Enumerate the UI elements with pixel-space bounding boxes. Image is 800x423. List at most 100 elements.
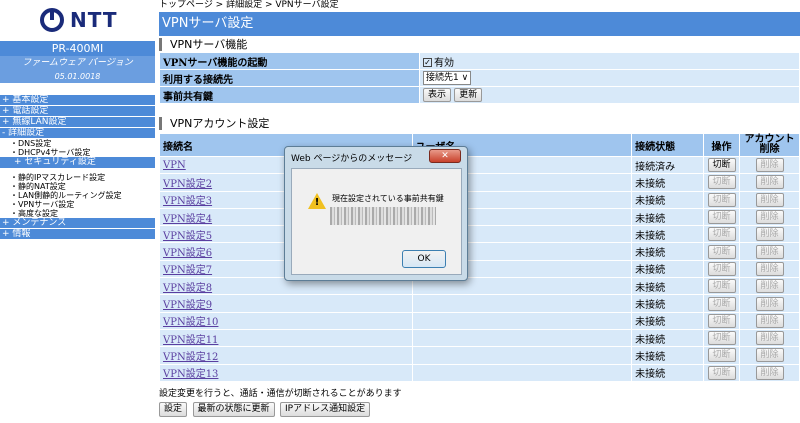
account-name-link[interactable]: VPN設定13 bbox=[163, 369, 218, 380]
delete-button[interactable]: 削除 bbox=[755, 244, 784, 259]
device-model: PR-400MI bbox=[0, 41, 155, 56]
account-op-cell: 切断 bbox=[703, 328, 741, 348]
disconnect-button[interactable]: 切断 bbox=[707, 244, 736, 259]
disconnect-button[interactable]: 切断 bbox=[707, 210, 736, 225]
account-name-cell: VPN設定10 bbox=[159, 311, 413, 330]
delete-button[interactable]: 削除 bbox=[755, 365, 784, 380]
account-name-link[interactable]: VPN設定11 bbox=[163, 335, 218, 346]
account-op-cell: 切断 bbox=[703, 155, 741, 175]
delete-button[interactable]: 削除 bbox=[755, 158, 784, 173]
account-name-link[interactable]: VPN設定6 bbox=[163, 248, 212, 259]
account-status-cell: 未接続 bbox=[631, 294, 705, 313]
account-delete-cell: 削除 bbox=[739, 311, 800, 330]
table-row: VPN 接続済み 切断 削除 bbox=[159, 155, 800, 175]
psk-change-button[interactable]: 更新 bbox=[454, 88, 483, 102]
nav-dhcp[interactable]: ・DHCPv4サーバ設定 bbox=[0, 148, 155, 157]
account-name-link[interactable]: VPN設定2 bbox=[163, 179, 212, 190]
enable-checkbox[interactable]: ✓ bbox=[423, 58, 432, 67]
dialog-close-button[interactable]: ✕ bbox=[429, 149, 461, 163]
nav-advanced[interactable]: ・高度な設定 bbox=[0, 209, 155, 218]
table-row: VPN設定6 未接続 切断 削除 bbox=[159, 242, 800, 261]
account-delete-cell: 削除 bbox=[739, 328, 800, 348]
account-op-cell: 切断 bbox=[703, 294, 741, 313]
footer-buttons: 設定 最新の状態に更新 IPアドレス通知設定 bbox=[159, 402, 372, 417]
delete-button[interactable]: 削除 bbox=[755, 175, 784, 190]
delete-button[interactable]: 削除 bbox=[755, 296, 784, 311]
enable-row: VPNサーバ機能の起動 ✓ 有効 bbox=[159, 52, 800, 70]
col-delete-header: アカウント 削除 bbox=[739, 133, 800, 157]
nav-detail[interactable]: - 詳細設定 bbox=[0, 128, 155, 139]
nav-vpn-server[interactable]: ・VPNサーバ設定 bbox=[0, 200, 155, 209]
account-op-cell: 切断 bbox=[703, 259, 741, 279]
disconnect-button[interactable]: 切断 bbox=[707, 313, 736, 328]
delete-button[interactable]: 削除 bbox=[755, 227, 784, 242]
disconnect-button[interactable]: 切断 bbox=[707, 261, 736, 276]
account-op-cell: 切断 bbox=[703, 363, 741, 382]
account-op-cell: 切断 bbox=[703, 190, 741, 209]
disconnect-button[interactable]: 切断 bbox=[707, 365, 736, 380]
account-name-link[interactable]: VPN設定5 bbox=[163, 231, 212, 242]
disconnect-button[interactable]: 切断 bbox=[707, 175, 736, 190]
connection-select[interactable]: 接続先1 ∨ bbox=[423, 71, 472, 85]
account-delete-cell: 削除 bbox=[739, 259, 800, 279]
account-delete-cell: 削除 bbox=[739, 346, 800, 365]
nav-phone[interactable]: + 電話設定 bbox=[0, 106, 155, 117]
psk-row: 事前共有鍵 表示 更新 bbox=[159, 86, 800, 104]
account-name-cell: VPN設定13 bbox=[159, 363, 413, 382]
account-delete-cell: 削除 bbox=[739, 294, 800, 313]
account-status-cell: 未接続 bbox=[631, 259, 705, 279]
nav-wlan[interactable]: + 無線LAN設定 bbox=[0, 117, 155, 128]
account-user-cell bbox=[411, 346, 633, 365]
psk-show-button[interactable]: 表示 bbox=[423, 88, 452, 102]
account-name-link[interactable]: VPN設定10 bbox=[163, 317, 218, 328]
account-name-link[interactable]: VPN設定7 bbox=[163, 265, 212, 276]
account-delete-cell: 削除 bbox=[739, 363, 800, 382]
footer-note: 設定変更を行うと、通話・通信が切断されることがあります bbox=[159, 389, 402, 399]
account-name-link[interactable]: VPN設定12 bbox=[163, 352, 218, 363]
account-name-link[interactable]: VPN設定9 bbox=[163, 300, 212, 311]
delete-button[interactable]: 削除 bbox=[755, 279, 784, 294]
nav-static-masq[interactable]: ・静的IPマスカレード設定 bbox=[0, 173, 155, 182]
account-delete-cell: 削除 bbox=[739, 277, 800, 296]
disconnect-button[interactable]: 切断 bbox=[707, 331, 736, 346]
col-op-header: 操作 bbox=[703, 133, 741, 157]
nav-dns[interactable]: ・DNS設定 bbox=[0, 139, 155, 148]
ntt-logo: NTT bbox=[40, 6, 117, 34]
delete-button[interactable]: 削除 bbox=[755, 331, 784, 346]
disconnect-button[interactable]: 切断 bbox=[707, 192, 736, 207]
account-name-link[interactable]: VPN設定3 bbox=[163, 196, 212, 207]
table-row: VPN設定5 未接続 切断 削除 bbox=[159, 225, 800, 244]
enable-value: 有効 bbox=[434, 57, 454, 69]
disconnect-button[interactable]: 切断 bbox=[707, 227, 736, 242]
account-name-link[interactable]: VPN bbox=[163, 160, 186, 171]
nav-menu: + 基本設定 + 電話設定 + 無線LAN設定 - 詳細設定 ・DNS設定 ・D… bbox=[0, 95, 155, 240]
breadcrumb: トップページ > 詳細設定 > VPNサーバ設定 bbox=[159, 0, 339, 10]
ip-notify-button[interactable]: IPアドレス通知設定 bbox=[280, 402, 371, 417]
delete-button[interactable]: 削除 bbox=[755, 192, 784, 207]
account-status-cell: 未接続 bbox=[631, 207, 705, 227]
nav-security[interactable]: + セキュリティ設定 bbox=[0, 157, 155, 168]
account-name-link[interactable]: VPN設定8 bbox=[163, 283, 212, 294]
disconnect-button[interactable]: 切断 bbox=[707, 348, 736, 363]
disconnect-button[interactable]: 切断 bbox=[707, 296, 736, 311]
nav-basic[interactable]: + 基本設定 bbox=[0, 95, 155, 106]
nav-lan-routing[interactable]: ・LAN側静的ルーティング設定 bbox=[0, 191, 155, 200]
disconnect-button[interactable]: 切断 bbox=[707, 158, 736, 173]
delete-button[interactable]: 削除 bbox=[755, 348, 784, 363]
account-status-cell: 未接続 bbox=[631, 277, 705, 296]
delete-button[interactable]: 削除 bbox=[755, 261, 784, 276]
dialog-ok-button[interactable]: OK bbox=[402, 250, 446, 268]
nav-static-nat[interactable]: ・静的NAT設定 bbox=[0, 182, 155, 191]
refresh-button[interactable]: 最新の状態に更新 bbox=[192, 402, 275, 417]
delete-button[interactable]: 削除 bbox=[755, 210, 784, 225]
nav-info[interactable]: + 情報 bbox=[0, 229, 155, 240]
delete-button[interactable]: 削除 bbox=[755, 313, 784, 328]
account-name-link[interactable]: VPN設定4 bbox=[163, 214, 212, 225]
set-button[interactable]: 設定 bbox=[159, 402, 188, 417]
account-user-cell bbox=[411, 311, 633, 330]
account-op-cell: 切断 bbox=[703, 311, 741, 330]
disconnect-button[interactable]: 切断 bbox=[707, 279, 736, 294]
nav-maintenance[interactable]: + メンテナンス bbox=[0, 218, 155, 229]
account-status-cell: 未接続 bbox=[631, 328, 705, 348]
vpn-account-rows: VPN 接続済み 切断 削除 VPN設定2 未接続 切断 削除 VPN設定3 未接続 切断 削除 VPN… bbox=[159, 155, 800, 382]
